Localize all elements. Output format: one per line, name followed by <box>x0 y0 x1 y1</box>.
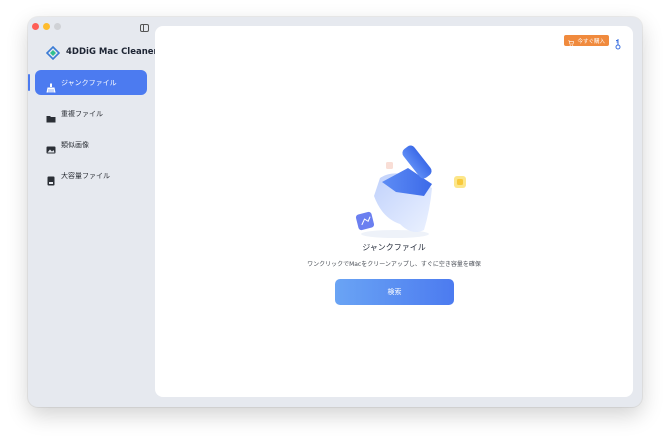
cart-icon <box>568 31 575 50</box>
content-title: ジャンクファイル <box>362 243 426 252</box>
minimize-window-button[interactable] <box>43 23 50 30</box>
scan-button-label: 検索 <box>387 288 402 296</box>
sidebar-item-duplicate-files[interactable]: 重複ファイル <box>35 101 147 126</box>
content-description: ワンクリックでMacをクリーンアップし、すぐに空き容量を確保 <box>307 261 481 268</box>
broom-illustration <box>320 126 470 246</box>
sidebar-item-label: 大容量ファイル <box>61 171 110 180</box>
buy-now-button[interactable]: 今すぐ購入 <box>564 35 609 46</box>
sidebar-item-label: 類似画像 <box>61 140 89 149</box>
large-file-icon <box>46 171 56 185</box>
sidebar-toggle-icon[interactable] <box>140 24 149 32</box>
sidebar-nav: ジャンクファイル 重複ファイル 類似画像 大容量ファイル <box>35 70 147 194</box>
app-logo-icon <box>45 45 61 61</box>
key-icon[interactable] <box>613 35 623 50</box>
window-controls <box>32 23 61 30</box>
scan-button[interactable]: 検索 <box>335 279 454 305</box>
broom-icon <box>46 78 56 92</box>
close-window-button[interactable] <box>32 23 39 30</box>
brand: 4DDiG Mac Cleaner <box>45 45 158 61</box>
app-window: 4DDiG Mac Cleaner ジャンクファイル 重複ファイル 類似画像 大… <box>28 17 642 407</box>
main-panel: 今すぐ購入 ジャンクファイル ワンクリックでMacをクリーンアップし、すぐに空き… <box>155 26 633 397</box>
sidebar-item-label: 重複ファイル <box>61 109 103 118</box>
zoom-window-button[interactable] <box>54 23 61 30</box>
sidebar-item-junk-files[interactable]: ジャンクファイル <box>35 70 147 95</box>
buy-now-label: 今すぐ購入 <box>577 38 605 45</box>
sidebar-item-label: ジャンクファイル <box>61 78 117 87</box>
active-nav-marker <box>28 74 30 91</box>
app-name: 4DDiG Mac Cleaner <box>66 47 158 57</box>
sidebar-item-similar-images[interactable]: 類似画像 <box>35 132 147 157</box>
image-icon <box>46 140 56 153</box>
folder-icon <box>46 109 56 122</box>
sidebar-item-large-files[interactable]: 大容量ファイル <box>35 163 147 188</box>
